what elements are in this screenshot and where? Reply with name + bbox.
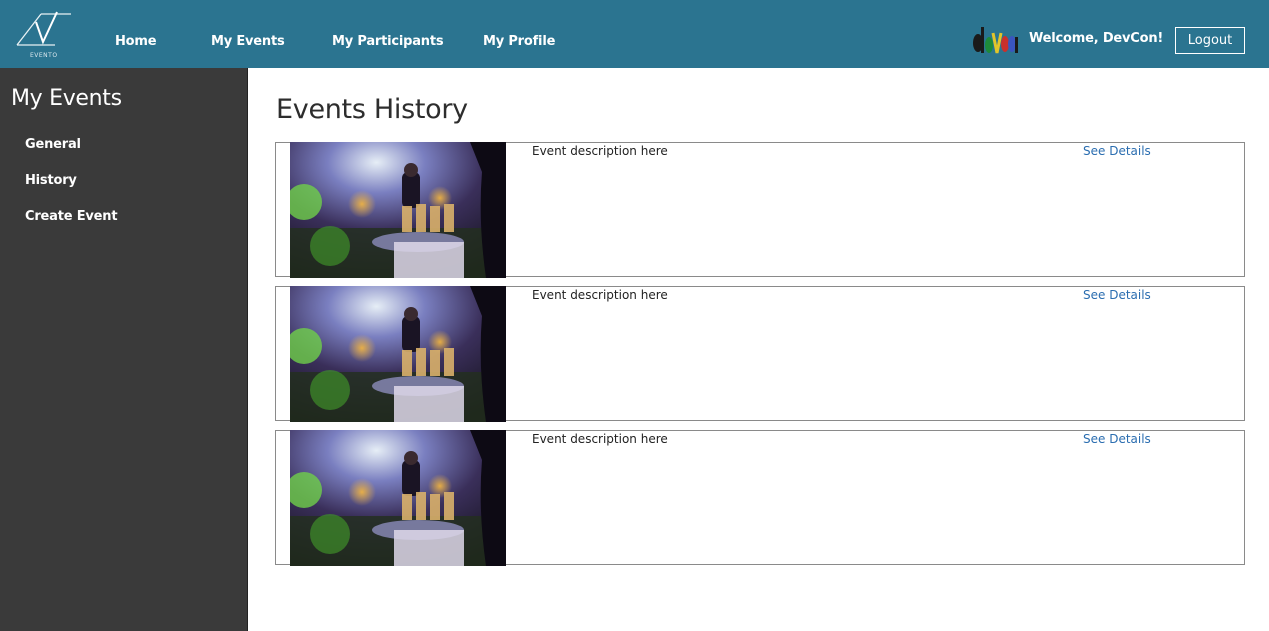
nav-my-events[interactable]: My Events <box>211 34 285 49</box>
sidebar-item-history[interactable]: History <box>25 173 77 188</box>
sidebar-item-general[interactable]: General <box>25 137 81 152</box>
event-image <box>290 430 506 566</box>
event-image <box>290 142 506 278</box>
event-card: Event description here See Details <box>275 142 1245 278</box>
sidebar-title: My Events <box>11 86 122 111</box>
devcon-logo <box>971 23 1019 59</box>
see-details-link[interactable]: See Details <box>1083 288 1151 302</box>
see-details-link[interactable]: See Details <box>1083 144 1151 158</box>
event-description: Event description here <box>532 144 668 158</box>
event-description: Event description here <box>532 288 668 302</box>
event-card: Event description here See Details <box>275 430 1245 566</box>
event-image <box>290 286 506 422</box>
nav-my-participants[interactable]: My Participants <box>332 34 444 49</box>
event-description: Event description here <box>532 432 668 446</box>
sidebar: My Events General History Create Event <box>0 68 248 631</box>
sidebar-item-create-event[interactable]: Create Event <box>25 209 118 224</box>
nav-my-profile[interactable]: My Profile <box>483 34 555 49</box>
page-title: Events History <box>276 94 468 125</box>
nav-home[interactable]: Home <box>115 34 157 49</box>
logout-button[interactable]: Logout <box>1175 27 1245 54</box>
top-navigation-bar: EVENTO Home My Events My Participants My… <box>0 0 1269 68</box>
welcome-message: Welcome, DevCon! <box>1029 31 1164 46</box>
event-card: Event description here See Details <box>275 286 1245 422</box>
see-details-link[interactable]: See Details <box>1083 432 1151 446</box>
logo-wordmark: EVENTO <box>30 52 58 59</box>
